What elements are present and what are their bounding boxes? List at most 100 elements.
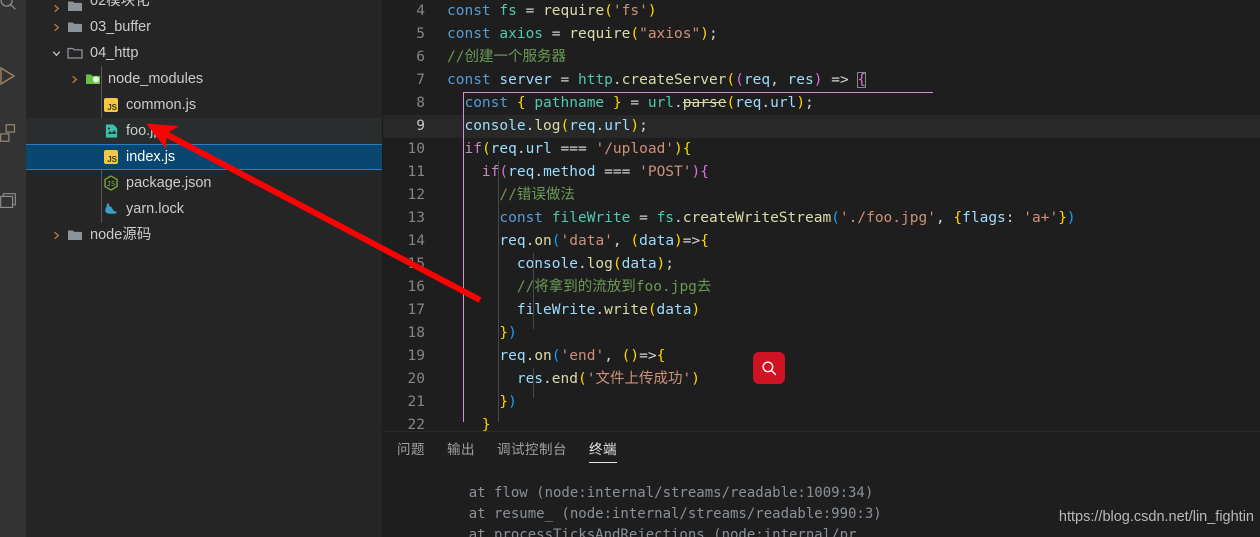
code-line[interactable]: 21 })	[383, 391, 1260, 414]
code-text: const axios = require("axios");	[447, 26, 718, 42]
panel-tab-3[interactable]: 终端	[589, 432, 617, 467]
chevron-right-icon[interactable]	[48, 230, 64, 241]
line-number: 7	[416, 72, 425, 88]
code-text: fileWrite.write(data)	[516, 302, 701, 318]
line-number: 6	[416, 49, 425, 65]
code-line[interactable]: 16 //将拿到的流放到foo.jpg去	[383, 276, 1260, 299]
code-text: //错误做法	[499, 187, 575, 203]
folder-open-icon	[64, 45, 86, 61]
line-number: 17	[407, 302, 425, 318]
tree-item-label: 04_http	[90, 45, 139, 61]
chevron-down-icon[interactable]	[48, 48, 64, 59]
run-and-debug-icon[interactable]	[0, 58, 26, 94]
code-line[interactable]: 7 const server = http.createServer((req, …	[383, 69, 1260, 92]
chevron-right-icon[interactable]	[66, 74, 82, 85]
line-number: 15	[407, 256, 425, 272]
panel-tab-1[interactable]: 输出	[447, 432, 475, 467]
code-line[interactable]: 20 res.end('文件上传成功')	[383, 368, 1260, 391]
code-text: if(req.method === 'POST'){	[481, 164, 709, 180]
code-text: }	[481, 417, 491, 431]
remote-explorer-icon[interactable]	[0, 183, 26, 219]
code-text: //将拿到的流放到foo.jpg去	[516, 279, 712, 295]
code-line[interactable]: 5 const axios = require("axios");	[383, 23, 1260, 46]
terminal-line: at processTicksAndRejections (node:inter…	[435, 527, 857, 537]
tree-item-label: node源码	[90, 227, 152, 243]
tree-item-node_modules[interactable]: node_modules	[26, 66, 382, 92]
tree-item-index.js[interactable]: JS index.js	[26, 144, 382, 170]
code-line[interactable]: 17 fileWrite.write(data)	[383, 299, 1260, 322]
code-text: //创建一个服务器	[447, 49, 566, 65]
code-editor[interactable]: 4 const fs = require('fs') 5 const axios = …	[383, 0, 1260, 537]
code-line[interactable]: 12 //错误做法	[383, 184, 1260, 207]
code-line[interactable]: 18 })	[383, 322, 1260, 345]
code-text: })	[499, 325, 517, 341]
code-line[interactable]: 10 if(req.url === '/upload'){	[383, 138, 1260, 161]
line-number: 19	[407, 348, 425, 364]
svg-text:JS: JS	[107, 180, 115, 188]
line-number: 4	[416, 3, 425, 19]
tree-item-package.json[interactable]: JS package.json	[26, 170, 382, 196]
activity-bar	[0, 0, 26, 537]
code-lines[interactable]: 4 const fs = require('fs') 5 const axios = …	[383, 0, 1260, 431]
chevron-right-icon[interactable]	[48, 3, 64, 14]
line-number: 22	[407, 417, 425, 431]
terminal-output[interactable]: at flow (node:internal/streams/readable:…	[383, 467, 1260, 537]
tree-item-label: package.json	[126, 175, 212, 191]
line-number: 5	[416, 26, 425, 42]
tree-item-label: common.js	[126, 97, 197, 113]
image-file-icon	[100, 123, 122, 139]
panel-tab-0[interactable]: 问题	[397, 432, 425, 467]
code-line[interactable]: 6 //创建一个服务器	[383, 46, 1260, 69]
tree-item-yarn.lock[interactable]: yarn.lock	[26, 196, 382, 222]
code-line[interactable]: 14 req.on('data', (data)=>{	[383, 230, 1260, 253]
terminal-line: at flow (node:internal/streams/readable:…	[435, 485, 874, 501]
tree-item-foo.jpg[interactable]: foo.jpg	[26, 118, 382, 144]
panel-tab-bar[interactable]: 问题 输出 调试控制台 终端	[383, 432, 1260, 467]
code-text: if(req.url === '/upload'){	[464, 141, 692, 157]
folder-icon	[64, 0, 86, 14]
tree-item-node源码[interactable]: node源码	[26, 222, 382, 248]
line-number: 8	[416, 95, 425, 111]
line-number: 11	[407, 164, 425, 180]
tree-item-label: 03_buffer	[90, 19, 152, 35]
code-line[interactable]: 4 const fs = require('fs')	[383, 0, 1260, 23]
line-number: 16	[407, 279, 425, 295]
code-text: const server = http.createServer((req, r…	[447, 72, 867, 88]
explorer-sidebar: 02模块化 03_buffer 04_http node_modules JS commo…	[26, 0, 383, 537]
folder-icon	[64, 227, 86, 243]
nodejs-file-icon: JS	[100, 175, 122, 191]
code-line[interactable]: 11 if(req.method === 'POST'){	[383, 161, 1260, 184]
code-line[interactable]: 22 }	[383, 414, 1260, 431]
tree-item-label: yarn.lock	[126, 201, 185, 217]
js-file-icon: JS	[100, 150, 122, 164]
code-text: const fs = require('fs')	[447, 3, 657, 19]
code-line[interactable]: 19 req.on('end', ()=>{	[383, 345, 1260, 368]
code-text: console.log(req.url);	[464, 118, 648, 134]
code-line[interactable]: 15 console.log(data);	[383, 253, 1260, 276]
extensions-icon[interactable]	[0, 115, 26, 151]
search-badge-overlay[interactable]	[753, 352, 785, 384]
tree-item-common.js[interactable]: JS common.js	[26, 92, 382, 118]
line-number: 10	[407, 141, 425, 157]
line-number: 14	[407, 233, 425, 249]
line-number: 12	[407, 187, 425, 203]
tree-item-04_http[interactable]: 04_http	[26, 40, 382, 66]
code-line[interactable]: 9 console.log(req.url);	[383, 115, 1260, 138]
code-line[interactable]: 8 const { pathname } = url.parse(req.url…	[383, 92, 1260, 115]
folder-icon	[64, 19, 86, 35]
code-line[interactable]: 13 const fileWrite = fs.createWriteStrea…	[383, 207, 1260, 230]
code-text: const { pathname } = url.parse(req.url);	[464, 95, 814, 111]
file-tree[interactable]: 02模块化 03_buffer 04_http node_modules JS commo…	[26, 0, 382, 248]
chevron-right-icon[interactable]	[48, 22, 64, 33]
tree-item-03_buffer[interactable]: 03_buffer	[26, 14, 382, 40]
line-number: 21	[407, 394, 425, 410]
tree-item-02模块化[interactable]: 02模块化	[26, 0, 382, 14]
line-number: 18	[407, 325, 425, 341]
panel-tab-2[interactable]: 调试控制台	[497, 432, 567, 467]
yarn-file-icon	[100, 201, 122, 217]
search-icon[interactable]	[0, 0, 26, 20]
tree-item-label: index.js	[126, 149, 176, 165]
watermark-url: https://blog.csdn.net/lin_fightin	[1058, 509, 1254, 525]
js-file-icon: JS	[100, 98, 122, 112]
code-text: const fileWrite = fs.createWriteStream('…	[499, 210, 1076, 226]
